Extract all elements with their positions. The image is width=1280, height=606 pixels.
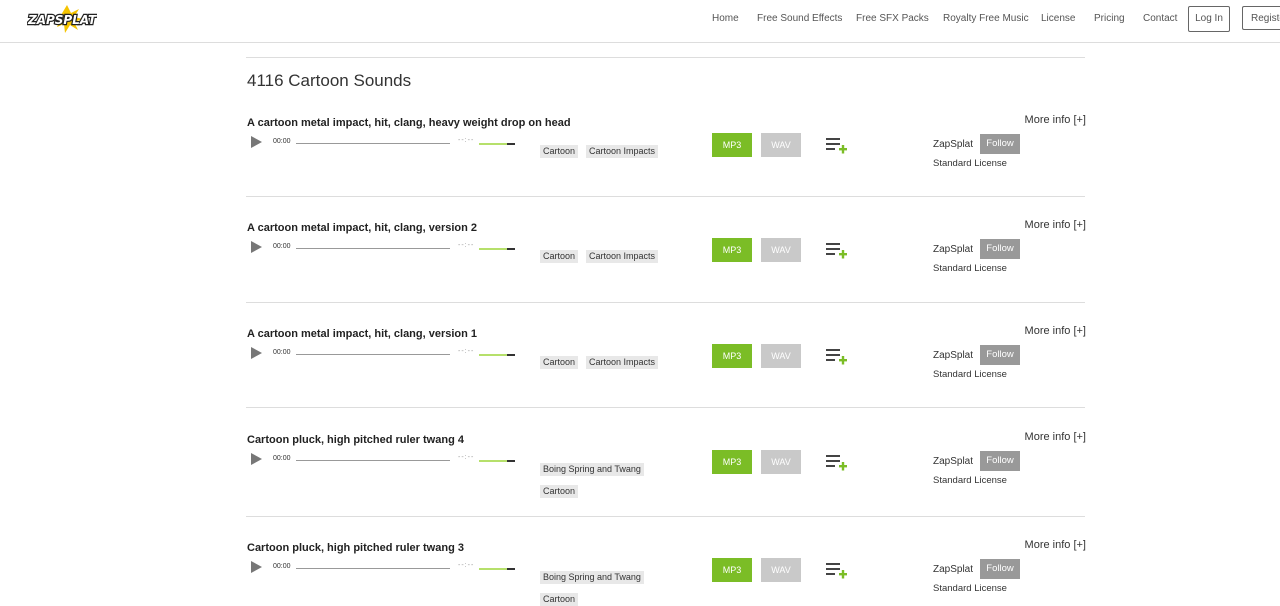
login-button[interactable]: Log In [1188,6,1230,32]
author-name[interactable]: ZapSplat [933,244,973,255]
progress-track[interactable] [296,460,450,461]
author-name[interactable]: ZapSplat [933,139,973,150]
more-info-link[interactable]: More info [+] [1025,539,1086,551]
row-divider [246,516,1085,517]
volume-handle[interactable] [507,460,515,462]
progress-track[interactable] [296,248,450,249]
nav-royalty-free-music[interactable]: Royalty Free Music [943,13,1029,24]
duration: --:-- [458,454,475,461]
row-divider [246,407,1085,408]
add-to-playlist-icon[interactable] [826,136,848,156]
author-name[interactable]: ZapSplat [933,564,973,575]
row-divider [246,196,1085,197]
download-mp3-button[interactable]: MP3 [712,238,752,262]
volume-handle[interactable] [507,143,515,145]
follow-button[interactable]: Follow [980,451,1020,471]
nav-home[interactable]: Home [712,13,739,24]
progress-track[interactable] [296,354,450,355]
volume-handle[interactable] [507,354,515,356]
follow-button[interactable]: Follow [980,345,1020,365]
audio-player: 00:00 --:-- [247,559,517,577]
category-tag[interactable]: Cartoon [540,593,579,606]
download-wav-button[interactable]: WAV [761,450,801,474]
follow-button[interactable]: Follow [980,559,1020,579]
progress-track[interactable] [296,568,450,569]
current-time: 00:00 [273,138,291,145]
license-label[interactable]: Standard License [933,369,1007,380]
more-info-link[interactable]: More info [+] [1025,114,1086,126]
duration: --:-- [458,348,475,355]
current-time: 00:00 [273,563,291,570]
more-info-link[interactable]: More info [+] [1025,219,1086,231]
license-label[interactable]: Standard License [933,475,1007,486]
license-label[interactable]: Standard License [933,263,1007,274]
svg-text:ZAPSPLAT: ZAPSPLAT [27,13,97,27]
category-tag[interactable]: Cartoon Impacts [586,145,659,158]
play-icon[interactable] [251,453,262,465]
more-info-link[interactable]: More info [+] [1025,431,1086,443]
site-header: ZAPSPLAT Home Free Sound Effects Free SF… [0,0,1280,43]
volume-handle[interactable] [507,568,515,570]
category-tag[interactable]: Cartoon Impacts [586,250,659,263]
category-tag[interactable]: Cartoon [540,485,579,498]
nav-pricing[interactable]: Pricing [1094,13,1125,24]
download-wav-button[interactable]: WAV [761,238,801,262]
add-to-playlist-icon[interactable] [826,453,848,473]
author-name[interactable]: ZapSplat [933,350,973,361]
follow-button[interactable]: Follow [980,239,1020,259]
play-icon[interactable] [251,136,262,148]
sound-title[interactable]: A cartoon metal impact, hit, clang, vers… [247,222,477,234]
zapsplat-logo[interactable]: ZAPSPLAT [27,5,97,33]
category-tag[interactable]: Boing Spring and Twang [540,463,644,476]
download-wav-button[interactable]: WAV [761,344,801,368]
more-info-link[interactable]: More info [+] [1025,325,1086,337]
play-icon[interactable] [251,241,262,253]
sound-title[interactable]: A cartoon metal impact, hit, clang, vers… [247,328,477,340]
audio-player: 00:00 --:-- [247,345,517,363]
follow-button[interactable]: Follow [980,134,1020,154]
progress-track[interactable] [296,143,450,144]
row-divider [246,302,1085,303]
nav-free-sound-effects[interactable]: Free Sound Effects [757,13,842,24]
audio-player: 00:00 --:-- [247,451,517,469]
license-label[interactable]: Standard License [933,583,1007,594]
play-icon[interactable] [251,347,262,359]
download-wav-button[interactable]: WAV [761,558,801,582]
play-icon[interactable] [251,561,262,573]
add-to-playlist-icon[interactable] [826,347,848,367]
category-tag[interactable]: Cartoon [540,250,579,263]
current-time: 00:00 [273,455,291,462]
audio-player: 00:00 --:-- [247,134,517,152]
page-title: 4116 Cartoon Sounds [247,71,412,90]
audio-player: 00:00 --:-- [247,239,517,257]
nav-free-sfx-packs[interactable]: Free SFX Packs [856,13,929,24]
download-wav-button[interactable]: WAV [761,133,801,157]
add-to-playlist-icon[interactable] [826,561,848,581]
download-mp3-button[interactable]: MP3 [712,450,752,474]
register-button[interactable]: Registe [1242,6,1280,30]
current-time: 00:00 [273,243,291,250]
category-tag[interactable]: Cartoon Impacts [586,356,659,369]
nav-license[interactable]: License [1041,13,1075,24]
add-to-playlist-icon[interactable] [826,241,848,261]
nav-contact[interactable]: Contact [1143,13,1177,24]
category-tag[interactable]: Cartoon [540,145,579,158]
category-tag[interactable]: Cartoon [540,356,579,369]
duration: --:-- [458,562,475,569]
license-label[interactable]: Standard License [933,158,1007,169]
category-tag[interactable]: Boing Spring and Twang [540,571,644,584]
sound-title[interactable]: Cartoon pluck, high pitched ruler twang … [247,542,464,554]
sound-title[interactable]: Cartoon pluck, high pitched ruler twang … [247,434,464,446]
sound-title[interactable]: A cartoon metal impact, hit, clang, heav… [247,117,571,129]
duration: --:-- [458,137,475,144]
download-mp3-button[interactable]: MP3 [712,344,752,368]
duration: --:-- [458,242,475,249]
download-mp3-button[interactable]: MP3 [712,558,752,582]
top-divider [246,57,1085,58]
current-time: 00:00 [273,349,291,356]
author-name[interactable]: ZapSplat [933,456,973,467]
volume-handle[interactable] [507,248,515,250]
download-mp3-button[interactable]: MP3 [712,133,752,157]
